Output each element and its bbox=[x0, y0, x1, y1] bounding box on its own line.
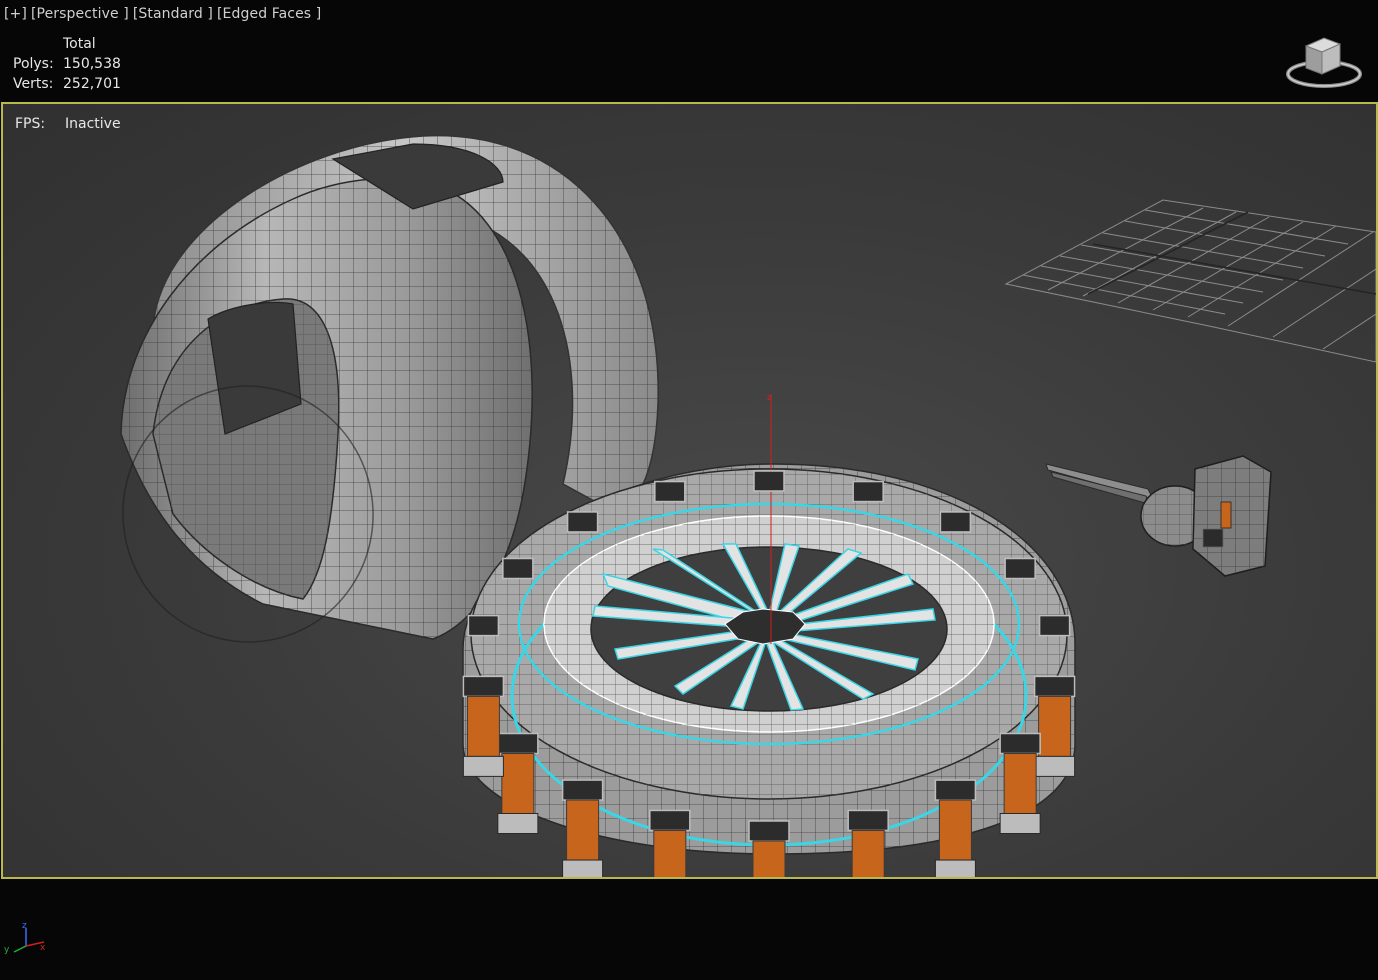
coil-block[interactable] bbox=[999, 732, 1041, 834]
stats-verts-row: Verts: 252,701 bbox=[13, 74, 121, 94]
rotor-ring-assembly[interactable]: z bbox=[462, 393, 1076, 855]
z-axis-label: z bbox=[767, 393, 772, 403]
axis-x-label: x bbox=[40, 943, 46, 953]
perspective-viewport[interactable]: z FPS: Inactive bbox=[1, 102, 1378, 879]
viewport-shading-menu[interactable]: [Standard ] bbox=[133, 6, 213, 22]
coil-block[interactable] bbox=[462, 675, 505, 777]
coil-block[interactable] bbox=[748, 820, 790, 877]
viewcube-icon[interactable] bbox=[1284, 30, 1364, 96]
scene-canvas[interactable]: z bbox=[3, 104, 1376, 877]
fps-value: Inactive bbox=[65, 116, 121, 132]
coil-block[interactable] bbox=[1004, 557, 1036, 580]
verts-label: Verts: bbox=[13, 76, 54, 92]
coil-block[interactable] bbox=[467, 614, 500, 637]
ground-grid[interactable] bbox=[1004, 199, 1376, 363]
axis-tripod-icon: z x y bbox=[4, 921, 46, 955]
viewport-view-menu[interactable]: [Perspective ] bbox=[31, 6, 129, 22]
stats-header-row: Total bbox=[13, 34, 121, 54]
satellite-object[interactable] bbox=[1045, 455, 1272, 577]
viewport-label-menu: [+] [Perspective ] [Standard ] [Edged Fa… bbox=[4, 6, 321, 22]
polys-label: Polys: bbox=[13, 56, 54, 72]
max-window: [+] [Perspective ] [Standard ] [Edged Fa… bbox=[0, 0, 1378, 980]
axis-y-label: y bbox=[4, 945, 10, 955]
coil-block[interactable] bbox=[654, 480, 686, 503]
viewport-display-menu[interactable]: [Edged Faces ] bbox=[217, 6, 321, 22]
coil-block[interactable] bbox=[566, 511, 599, 533]
coil-block[interactable] bbox=[561, 779, 604, 877]
verts-value: 252,701 bbox=[63, 76, 121, 92]
viewport-plus-menu[interactable]: [+] bbox=[4, 6, 27, 22]
stats-total-header: Total bbox=[63, 36, 96, 52]
fps-overlay: FPS: Inactive bbox=[15, 116, 121, 132]
coil-block[interactable] bbox=[847, 809, 889, 877]
statistics-overlay: Total Polys: 150,538 Verts: 252,701 bbox=[13, 34, 121, 94]
coil-block[interactable] bbox=[934, 779, 977, 877]
axis-z-label: z bbox=[22, 921, 27, 931]
stats-polys-row: Polys: 150,538 bbox=[13, 54, 121, 74]
coil-block[interactable] bbox=[1033, 675, 1076, 777]
coil-block[interactable] bbox=[502, 557, 534, 580]
coil-block[interactable] bbox=[753, 470, 785, 492]
coil-block[interactable] bbox=[649, 809, 691, 877]
coil-block[interactable] bbox=[1038, 614, 1071, 637]
satellite-orange-panel bbox=[1220, 501, 1232, 529]
coil-block[interactable] bbox=[497, 732, 539, 834]
polys-value: 150,538 bbox=[63, 56, 121, 72]
coil-block[interactable] bbox=[939, 511, 972, 533]
coil-block[interactable] bbox=[852, 480, 884, 503]
fps-label: FPS: bbox=[15, 116, 46, 132]
